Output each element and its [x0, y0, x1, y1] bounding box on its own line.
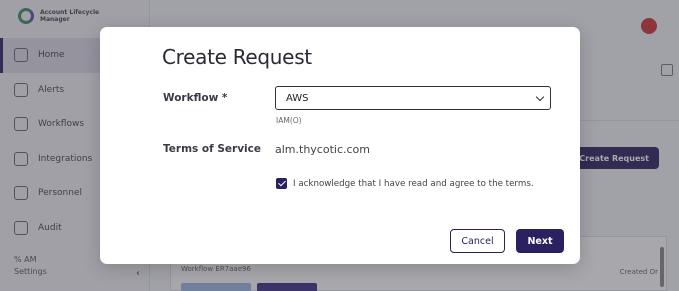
cancel-button[interactable]: Cancel: [450, 229, 505, 253]
workflow-hint: IAM(O): [276, 116, 302, 125]
terms-label: Terms of Service: [163, 143, 262, 155]
next-button[interactable]: Next: [516, 229, 564, 253]
acknowledge-text: I acknowledge that I have read and agree…: [293, 178, 534, 189]
create-request-dialog: Create Request Workflow * AWS IAM(O) Ter…: [100, 27, 580, 264]
dialog-title: Create Request: [162, 45, 312, 69]
workflow-select[interactable]: AWS: [275, 86, 551, 110]
acknowledge-checkbox[interactable]: [276, 178, 287, 189]
workflow-select-value: AWS: [286, 92, 309, 104]
acknowledge-row: I acknowledge that I have read and agree…: [276, 178, 534, 189]
terms-value: alm.thycotic.com: [275, 143, 370, 156]
workflow-label: Workflow *: [163, 92, 228, 104]
chevron-down-icon: [535, 92, 545, 102]
